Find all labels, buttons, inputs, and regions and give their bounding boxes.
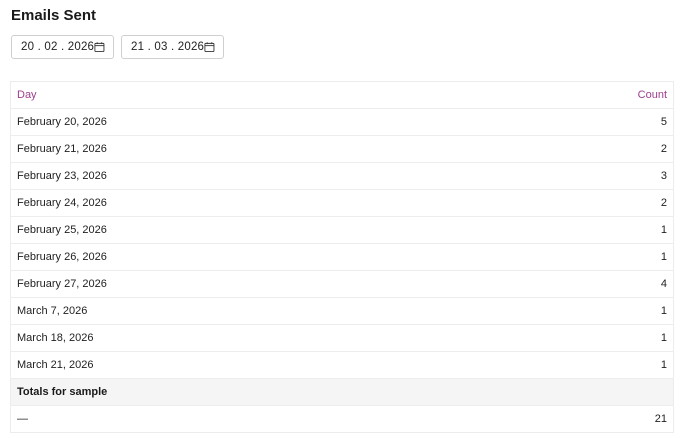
table-row: March 21, 2026 1 [11, 351, 673, 379]
row-count: 1 [481, 216, 673, 244]
table-row: February 27, 2026 4 [11, 270, 673, 298]
row-count: 3 [481, 162, 673, 190]
totals-count: 21 [654, 413, 667, 425]
row-day: March 21, 2026 [11, 351, 482, 379]
column-header-count[interactable]: Count [481, 82, 673, 109]
table-row: March 7, 2026 1 [11, 297, 673, 325]
row-day: February 23, 2026 [11, 162, 482, 190]
table-row: February 20, 2026 5 [11, 108, 673, 136]
table-row: February 24, 2026 2 [11, 189, 673, 217]
row-day: February 21, 2026 [11, 135, 482, 163]
end-date-input[interactable]: 21 . 03 . 2026 [121, 35, 224, 59]
row-day: March 18, 2026 [11, 324, 482, 352]
calendar-icon[interactable] [94, 41, 105, 53]
date-range-filter: 20 . 02 . 2026 21 . 03 . 2026 [11, 35, 224, 59]
start-date-input[interactable]: 20 . 02 . 2026 [11, 35, 114, 59]
row-day: March 7, 2026 [11, 297, 482, 325]
table-row: February 26, 2026 1 [11, 243, 673, 271]
table-row: February 21, 2026 2 [11, 135, 673, 163]
row-count: 1 [481, 351, 673, 379]
row-count: 1 [481, 324, 673, 352]
row-count: 5 [481, 108, 673, 136]
row-day: February 20, 2026 [11, 108, 482, 136]
row-day: February 25, 2026 [11, 216, 482, 244]
end-date-value: 21 . 03 . 2026 [131, 41, 205, 53]
emails-sent-table: Day Count February 20, 2026 5 February 2… [11, 82, 673, 432]
row-day: February 26, 2026 [11, 243, 482, 271]
totals-label: Totals for sample [11, 378, 673, 406]
table-header-row: Day Count [11, 82, 673, 109]
calendar-icon[interactable] [204, 41, 215, 53]
page-title: Emails Sent [11, 7, 97, 24]
totals-value-row: — 21 [11, 406, 673, 433]
row-count: 1 [481, 297, 673, 325]
table-row: March 18, 2026 1 [11, 324, 673, 352]
column-header-day[interactable]: Day [11, 82, 482, 109]
totals-header-row: Totals for sample [11, 378, 673, 406]
emails-sent-table-container: Day Count February 20, 2026 5 February 2… [10, 81, 674, 433]
row-count: 4 [481, 270, 673, 298]
table-row: February 25, 2026 1 [11, 216, 673, 244]
row-day: February 24, 2026 [11, 189, 482, 217]
row-count: 2 [481, 135, 673, 163]
table-row: February 23, 2026 3 [11, 162, 673, 190]
totals-day: — [17, 413, 28, 425]
row-count: 1 [481, 243, 673, 271]
row-count: 2 [481, 189, 673, 217]
start-date-value: 20 . 02 . 2026 [21, 41, 95, 53]
row-day: February 27, 2026 [11, 270, 482, 298]
